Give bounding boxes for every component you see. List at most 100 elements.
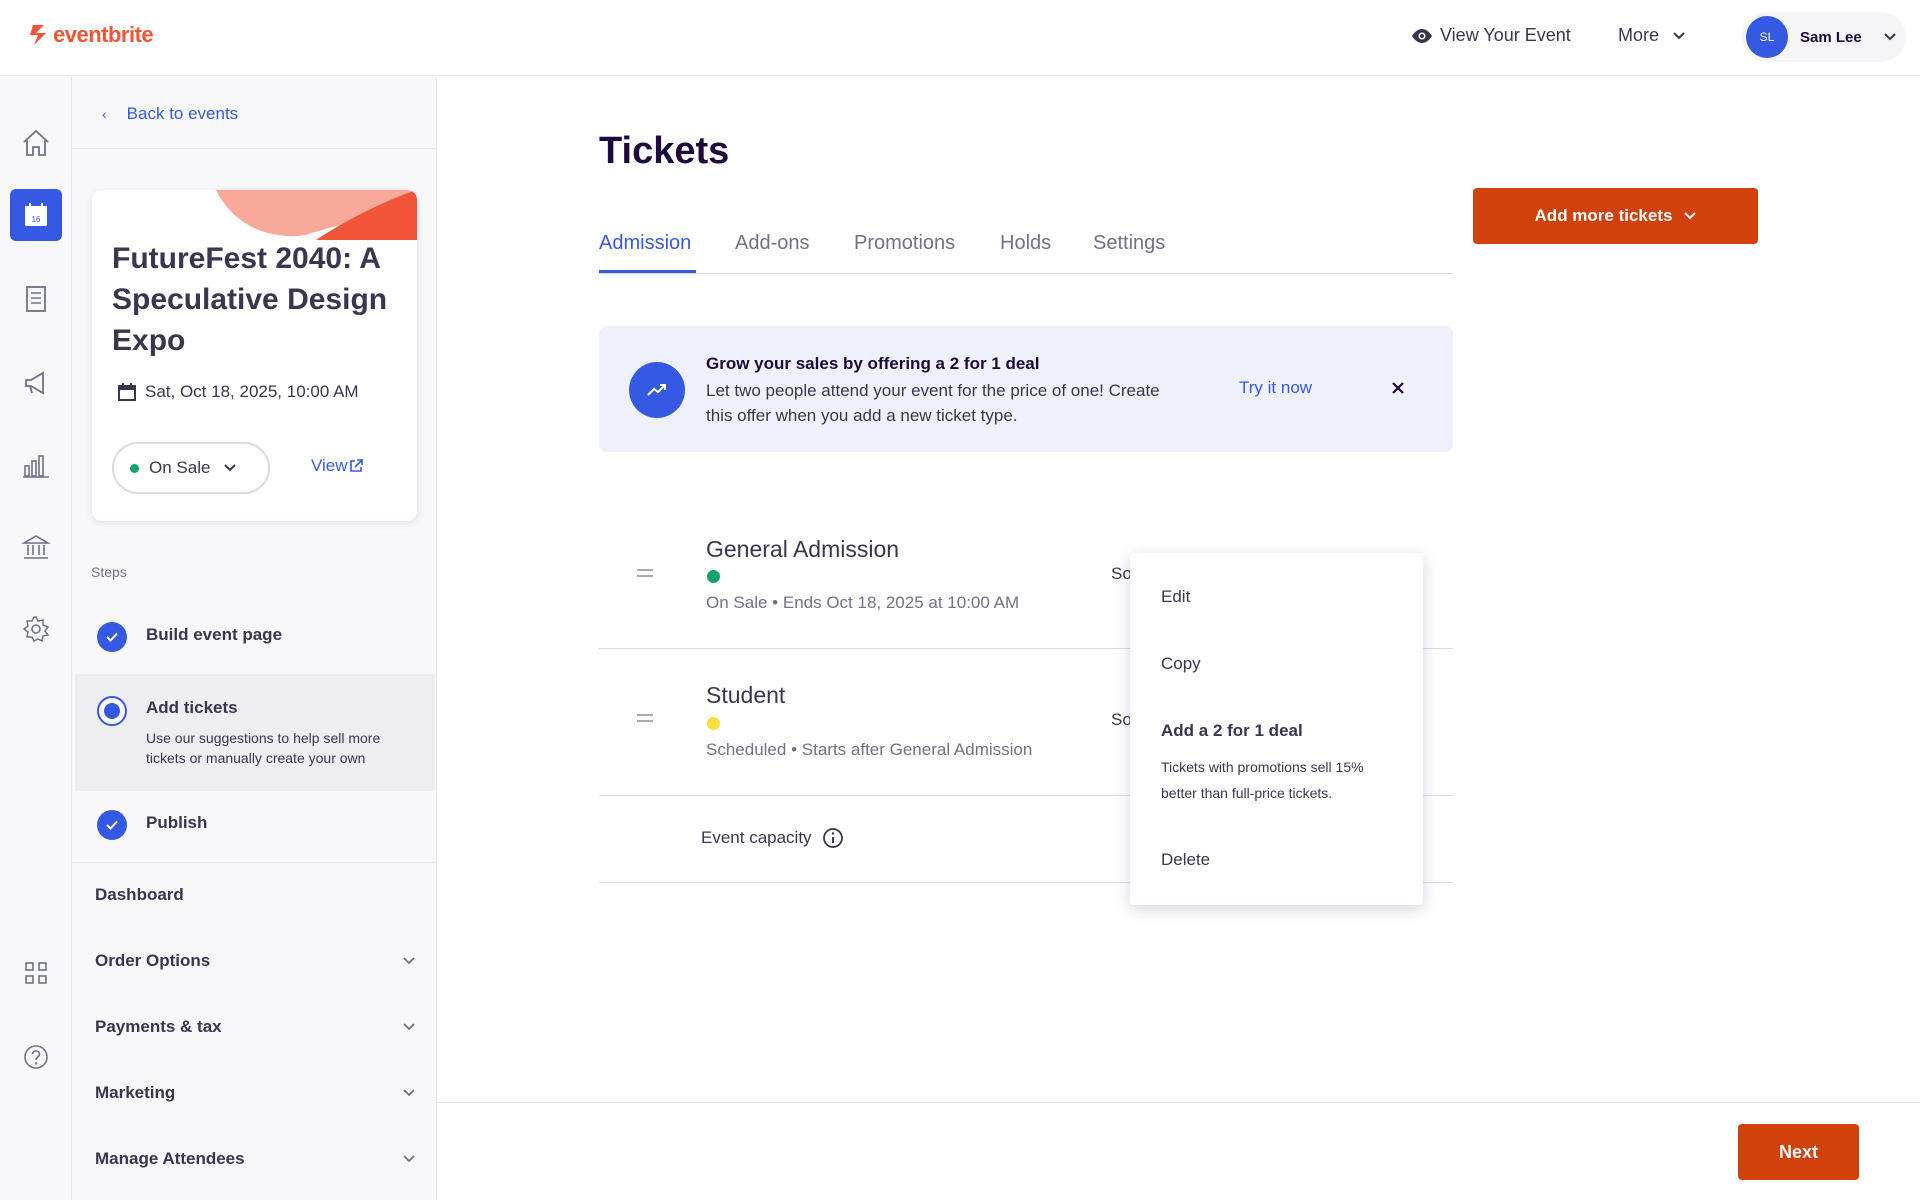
step-build-event-page[interactable]: Build event page <box>75 605 435 669</box>
nav-marketing[interactable]: Marketing <box>95 1083 415 1103</box>
back-to-events-label: Back to events <box>126 104 239 123</box>
gear-icon <box>22 616 50 643</box>
ticket-sold-text: So <box>1111 710 1132 729</box>
ticket-status-detail: Ends Oct 18, 2025 at 10:00 AM <box>782 593 1020 612</box>
eye-icon <box>1412 28 1432 43</box>
status-dot-icon <box>130 463 139 473</box>
apps-icon <box>25 962 47 984</box>
calendar-icon <box>118 383 136 401</box>
ticket-tabs: Admission Add-ons Promotions Holds Setti… <box>599 226 1453 274</box>
menu-item-edit[interactable]: Edit <box>1161 587 1190 607</box>
nav-label: Payments & tax <box>95 1017 222 1036</box>
eventbrite-logo[interactable]: eventbrite <box>30 22 154 48</box>
top-bar: eventbrite View Your Event More SL Sam L… <box>0 0 1920 76</box>
bullet-separator: • <box>791 740 802 759</box>
nav-order-options[interactable]: Order Options <box>95 951 415 971</box>
rail-marketing[interactable] <box>10 357 62 409</box>
icon-rail: 16 <box>0 77 72 1200</box>
bullet-separator: • <box>772 593 783 612</box>
status-dot-icon <box>707 570 720 583</box>
rail-reports[interactable] <box>10 439 62 491</box>
event-title: FutureFest 2040: A Speculative Design Ex… <box>112 242 388 357</box>
step-label: Build event page <box>146 625 283 644</box>
ticket-status: Scheduled • Starts after General Admissi… <box>706 740 1032 760</box>
drag-handle-icon[interactable] <box>637 569 653 581</box>
back-to-events-link[interactable]: ‹ Back to events <box>102 104 238 124</box>
rail-home[interactable] <box>10 117 62 169</box>
event-date-text: Sat, Oct 18, 2025, 10:00 AM <box>145 382 359 401</box>
event-status-label: On Sale <box>149 458 211 477</box>
rail-finance[interactable] <box>10 521 62 573</box>
rail-orders[interactable] <box>10 273 62 325</box>
close-icon[interactable] <box>1386 376 1410 400</box>
drag-handle-icon[interactable] <box>637 714 653 726</box>
ticket-status: On Sale • Ends Oct 18, 2025 at 10:00 AM <box>706 593 1019 613</box>
try-it-now-link[interactable]: Try it now <box>1239 378 1312 398</box>
ticket-actions-menu: Edit Copy Add a 2 for 1 deal Tickets wit… <box>1130 553 1423 905</box>
steps-heading: Steps <box>91 564 127 580</box>
home-icon <box>23 129 49 156</box>
user-menu-button[interactable]: SL Sam Lee <box>1742 12 1906 62</box>
event-status-dropdown[interactable]: On Sale <box>112 442 270 494</box>
nav-payments-tax[interactable]: Payments & tax <box>95 1017 415 1037</box>
step-add-tickets[interactable]: Add tickets Use our suggestions to help … <box>75 674 435 791</box>
info-icon[interactable] <box>822 827 844 849</box>
divider <box>72 148 437 149</box>
event-capacity-label: Event capacity <box>701 828 812 847</box>
tab-add-ons[interactable]: Add-ons <box>735 232 810 255</box>
view-your-event-link[interactable]: View Your Event <box>1410 25 1571 46</box>
view-your-event-label: View Your Event <box>1440 25 1571 45</box>
divider <box>72 862 437 863</box>
nav-manage-attendees[interactable]: Manage Attendees <box>95 1149 415 1169</box>
view-event-link[interactable]: View <box>311 456 364 476</box>
calendar-day: 16 <box>32 215 41 224</box>
tab-admission[interactable]: Admission <box>599 232 691 255</box>
megaphone-icon <box>25 371 44 395</box>
menu-item-description: Tickets with promotions sell 15% better … <box>1161 759 1364 801</box>
finance-icon <box>21 535 51 559</box>
next-button[interactable]: Next <box>1738 1124 1859 1180</box>
menu-item-add-2-for-1-deal[interactable]: Add a 2 for 1 deal <box>1161 721 1303 741</box>
event-card: FutureFest 2040: A Speculative Design Ex… <box>92 190 417 521</box>
rail-help[interactable] <box>10 1031 62 1083</box>
menu-item-delete[interactable]: Delete <box>1161 850 1210 870</box>
event-date: Sat, Oct 18, 2025, 10:00 AM <box>117 382 359 402</box>
tab-settings[interactable]: Settings <box>1093 232 1165 255</box>
more-menu-button[interactable]: More <box>1618 25 1685 46</box>
help-icon <box>24 1045 48 1069</box>
tab-promotions[interactable]: Promotions <box>854 232 955 255</box>
user-name: Sam Lee <box>1800 28 1862 46</box>
add-more-tickets-button[interactable]: Add more tickets <box>1473 188 1758 244</box>
event-card-decoration <box>216 190 417 240</box>
footer-bar: Next <box>437 1102 1920 1200</box>
tab-holds[interactable]: Holds <box>1000 232 1051 255</box>
nav-dashboard[interactable]: Dashboard <box>95 885 415 905</box>
ticket-status-label: Scheduled <box>706 740 787 759</box>
step-description: Use our suggestions to help sell more ti… <box>146 730 381 766</box>
view-event-label: View <box>311 456 348 475</box>
promo-text: Let two people attend your event for the… <box>706 381 1160 425</box>
rail-settings[interactable] <box>10 603 62 655</box>
nav-label: Manage Attendees <box>95 1149 245 1168</box>
chevron-down-icon <box>224 464 237 472</box>
ticket-sold-text: So <box>1111 564 1132 583</box>
rail-events[interactable]: 16 <box>10 189 62 241</box>
chevron-down-icon <box>1673 31 1685 39</box>
orders-icon <box>26 286 46 312</box>
ticket-name: General Admission <box>706 536 900 562</box>
step-label: Add tickets <box>146 698 238 717</box>
avatar: SL <box>1746 16 1788 58</box>
promo-banner: Grow your sales by offering a 2 for 1 de… <box>599 326 1453 452</box>
trending-up-icon <box>629 362 685 418</box>
promo-title: Grow your sales by offering a 2 for 1 de… <box>706 354 1040 373</box>
more-label: More <box>1618 25 1660 45</box>
ticket-status-label: On Sale <box>706 593 768 612</box>
nav-label: Marketing <box>95 1083 176 1102</box>
step-publish[interactable]: Publish <box>75 793 435 857</box>
rail-apps[interactable] <box>10 947 62 999</box>
nav-label: Order Options <box>95 951 211 970</box>
status-dot-icon <box>707 717 720 730</box>
chevron-left-icon: ‹ <box>102 106 107 122</box>
chevron-down-icon <box>403 957 415 965</box>
menu-item-copy[interactable]: Copy <box>1161 654 1201 674</box>
